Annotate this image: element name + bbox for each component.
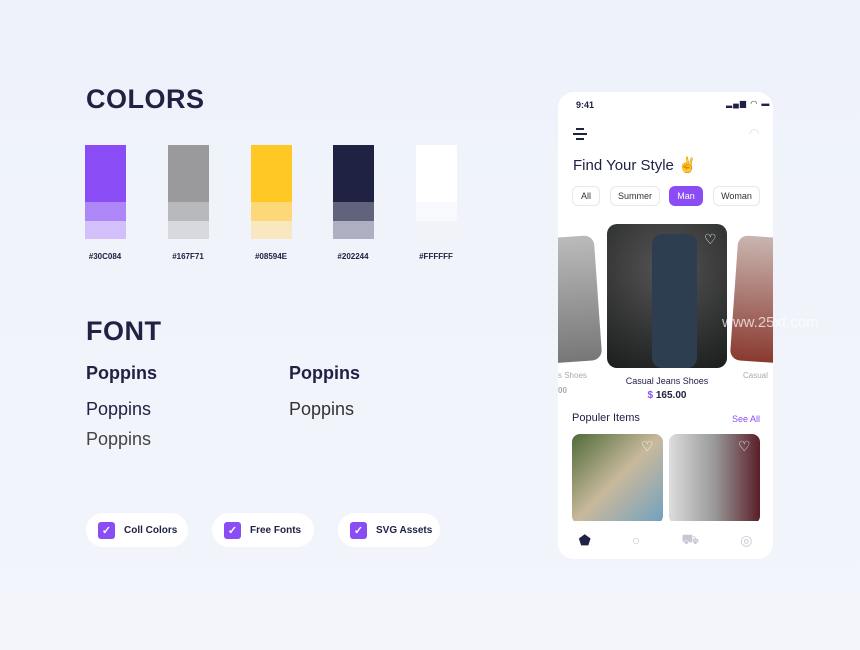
swatch-mid <box>85 202 126 221</box>
currency: $ <box>647 390 654 401</box>
font-sample-light: Poppins <box>86 429 152 449</box>
search-icon[interactable]: ○ <box>632 532 640 548</box>
page-title: Find Your Style ✌ <box>573 156 697 174</box>
swatch-light <box>251 221 292 239</box>
color-swatch <box>168 145 209 239</box>
chip-woman[interactable]: Woman <box>713 186 760 206</box>
colors-title: COLORS <box>86 84 205 114</box>
right-card-name: Casual <box>743 371 768 380</box>
swatch-mid <box>333 202 374 221</box>
profile-icon[interactable]: ◎ <box>740 532 752 549</box>
swatch-main <box>416 145 457 202</box>
font-title: FONT <box>86 316 162 346</box>
cart-icon[interactable]: ⛟ <box>681 531 699 550</box>
badge-colors: ✓ Coll Colors <box>86 513 188 547</box>
color-swatch <box>251 145 292 239</box>
color-swatch <box>416 145 457 239</box>
swatch-light <box>333 221 374 239</box>
bell-icon[interactable]: ◠ <box>749 126 759 140</box>
left-card-price: 00 <box>558 386 567 395</box>
check-icon: ✓ <box>350 521 367 539</box>
status-time: 9:41 <box>576 100 595 110</box>
badge-fonts: ✓ Free Fonts <box>212 513 314 547</box>
swatch-label: #FFFFFF <box>419 252 453 261</box>
product-image <box>652 234 697 368</box>
swatch-mid <box>168 202 209 221</box>
swatch-label: #167F71 <box>172 252 204 261</box>
swatch-main <box>168 145 209 202</box>
chip-all[interactable]: All <box>572 186 600 206</box>
swatch-main <box>251 145 292 202</box>
section-title: Populer Items <box>572 412 640 424</box>
swatch-light <box>168 221 209 239</box>
chip-summer[interactable]: Summer <box>610 186 660 206</box>
font-sample-semibold: Poppins <box>289 363 360 383</box>
status-icons: ▂▄▆ ◠ ▬ <box>726 99 771 108</box>
heart-icon[interactable]: ♡ <box>704 231 717 248</box>
swatch-label: #202244 <box>337 252 369 261</box>
color-swatch <box>85 145 126 239</box>
menu-icon[interactable] <box>573 128 587 140</box>
product-card-left[interactable] <box>558 235 603 364</box>
product-price: $ 165.00 <box>607 390 727 401</box>
swatch-main <box>85 145 126 202</box>
swatch-mid <box>251 202 292 221</box>
swatch-light <box>85 221 126 239</box>
swatch-label: #08594E <box>254 252 288 261</box>
font-sample-bold: Poppins <box>86 363 157 383</box>
left-card-name: s Shoes <box>558 371 587 380</box>
color-swatch <box>333 145 374 239</box>
font-sample-regular: Poppins <box>289 399 355 419</box>
product-name: Casual Jeans Shoes <box>625 376 709 386</box>
hand-emoji: ✌ <box>678 157 697 174</box>
swatch-mid <box>416 202 457 221</box>
badge-label: Free Fonts <box>250 524 302 536</box>
badge-svg: ✓ SVG Assets <box>338 513 440 547</box>
heart-icon[interactable]: ♡ <box>738 438 751 455</box>
see-all-link[interactable]: See All <box>732 414 760 424</box>
home-icon[interactable]: ⬟ <box>579 532 591 549</box>
badge-label: Coll Colors <box>124 524 178 536</box>
bottom-nav: ⬟ ○ ⛟ ◎ <box>558 521 773 559</box>
swatch-main <box>333 145 374 202</box>
product-card-right[interactable] <box>729 235 773 364</box>
check-icon: ✓ <box>224 521 241 539</box>
swatch-label: #30C084 <box>88 252 122 261</box>
check-icon: ✓ <box>98 521 115 539</box>
chip-man[interactable]: Man <box>669 186 703 206</box>
title-text: Find Your Style <box>573 157 674 174</box>
badge-label: SVG Assets <box>376 524 433 536</box>
swatch-light <box>416 221 457 239</box>
font-sample-medium: Poppins <box>86 399 152 419</box>
watermark: www.25xt.com <box>722 314 819 331</box>
price: 165.00 <box>655 390 687 401</box>
heart-icon[interactable]: ♡ <box>641 438 654 455</box>
